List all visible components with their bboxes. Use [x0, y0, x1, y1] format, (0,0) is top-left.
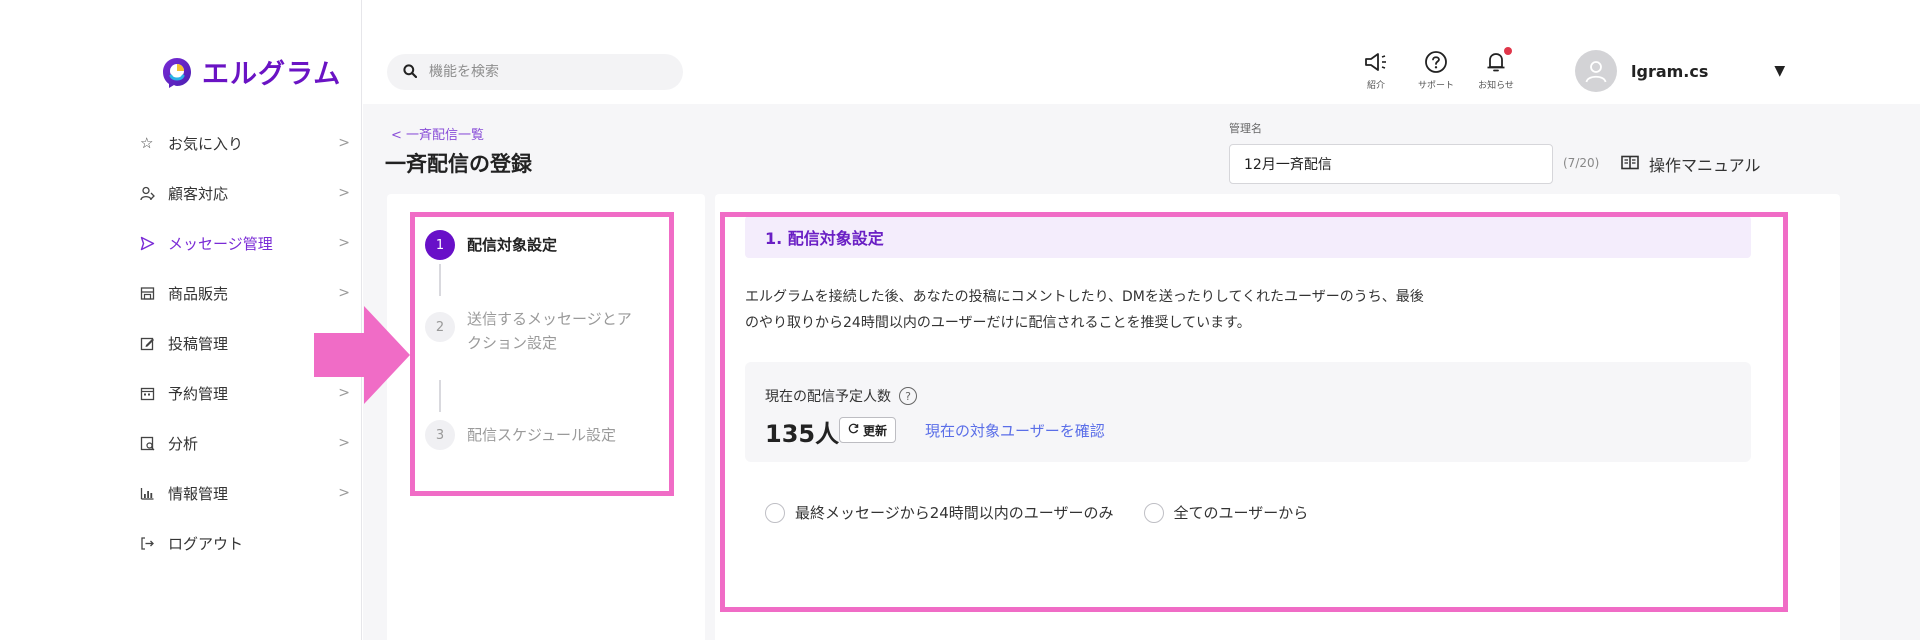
sidebar-item-label: 予約管理 — [168, 384, 229, 403]
sidebar-item-label: メッセージ管理 — [168, 234, 273, 253]
sidebar: エルグラム ☆ お気に入り > 顧客対応 > メッセージ管理 > 商品販売 > … — [0, 0, 362, 640]
steps-highlight-frame — [410, 212, 674, 496]
mgmt-name-count: (7/20) — [1563, 156, 1600, 170]
support-label: サポート — [1417, 81, 1454, 91]
manual-link[interactable]: 操作マニュアル — [1621, 152, 1761, 176]
logo-mark-icon — [160, 55, 194, 89]
bell-icon — [1466, 47, 1526, 76]
sidebar-item-message[interactable]: メッセージ管理 > — [140, 218, 350, 268]
analytics-icon — [140, 436, 168, 451]
sidebar-item-label: 顧客対応 — [168, 184, 229, 203]
notice-button[interactable]: お知らせ — [1466, 47, 1526, 91]
edit-icon — [140, 336, 168, 351]
manual-label: 操作マニュアル — [1649, 156, 1761, 175]
chevron-right-icon: > — [338, 235, 350, 251]
sidebar-item-label: 情報管理 — [168, 484, 229, 503]
notice-label: お知らせ — [1478, 81, 1514, 91]
search-input[interactable] — [429, 64, 659, 80]
chevron-right-icon: > — [338, 485, 350, 501]
sidebar-item-customer[interactable]: 顧客対応 > — [140, 168, 350, 218]
chart-icon — [140, 486, 168, 501]
caret-down-icon[interactable]: ▼ — [1774, 63, 1785, 79]
chevron-right-icon: > — [338, 185, 350, 201]
send-icon — [140, 236, 168, 251]
pointer-arrow-icon — [314, 306, 410, 404]
notification-dot — [1504, 47, 1512, 55]
chevron-right-icon: > — [338, 285, 350, 301]
megaphone-icon — [1346, 48, 1406, 76]
avatar — [1575, 50, 1617, 92]
sidebar-item-label: 投稿管理 — [168, 334, 229, 353]
mgmt-name-input[interactable] — [1229, 144, 1553, 184]
sidebar-item-label: 分析 — [168, 434, 199, 453]
calendar-icon — [140, 386, 168, 401]
app-logo[interactable]: エルグラム — [160, 52, 341, 91]
logo-text: エルグラム — [202, 59, 342, 90]
top-bar: 紹介 サポート お知らせ lgram.cs ▼ — [363, 0, 1920, 104]
intro-label: 紹介 — [1366, 81, 1385, 91]
sidebar-item-label: お気に入り — [168, 134, 244, 153]
help-circle-icon — [1406, 48, 1466, 76]
sidebar-item-logout[interactable]: ログアウト — [140, 518, 350, 568]
search-box[interactable] — [387, 54, 683, 90]
breadcrumb[interactable]: < 一斉配信一覧 — [391, 124, 484, 143]
user-menu[interactable]: lgram.cs ▼ — [1575, 50, 1785, 92]
sidebar-item-label: 商品販売 — [168, 284, 229, 303]
search-icon — [403, 63, 418, 82]
content-highlight-frame — [720, 212, 1788, 612]
book-icon — [1621, 155, 1639, 174]
mgmt-name-label: 管理名 — [1229, 122, 1262, 135]
sidebar-item-info[interactable]: 情報管理 > — [140, 468, 350, 518]
store-icon — [140, 286, 168, 301]
username: lgram.cs — [1631, 61, 1709, 81]
chevron-right-icon: > — [338, 435, 350, 451]
chevron-right-icon: > — [338, 135, 350, 151]
support-button[interactable]: サポート — [1406, 48, 1466, 91]
user-icon — [140, 186, 168, 201]
logout-icon — [140, 536, 168, 551]
sidebar-item-favorites[interactable]: ☆ お気に入り > — [140, 118, 350, 168]
sidebar-item-label: ログアウト — [168, 534, 244, 553]
star-icon: ☆ — [140, 134, 154, 152]
intro-button[interactable]: 紹介 — [1346, 48, 1406, 91]
sidebar-item-analytics[interactable]: 分析 > — [140, 418, 350, 468]
page-title: 一斉配信の登録 — [385, 152, 532, 176]
